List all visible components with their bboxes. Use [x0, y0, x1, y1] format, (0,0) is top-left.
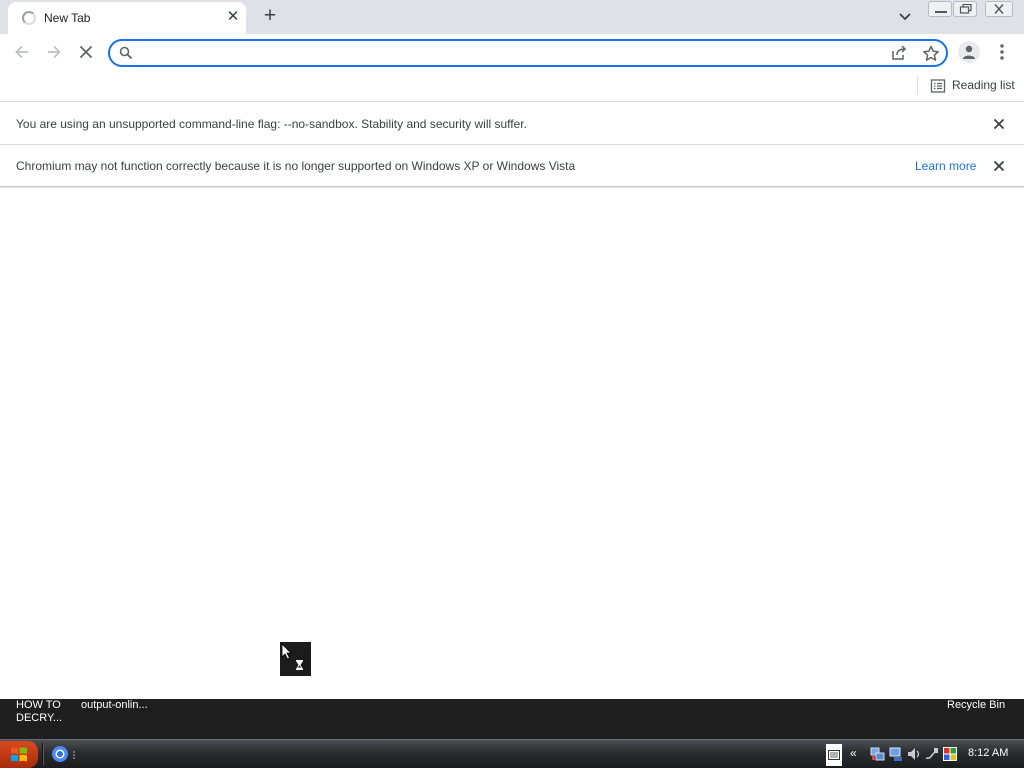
bookmark-bar: Reading list [0, 70, 1024, 102]
infobar-close-icon[interactable] [991, 158, 1007, 174]
tab-close-icon[interactable]: ✕ [224, 8, 242, 26]
bookmark-bar-divider [917, 76, 918, 94]
browser-window: New Tab ✕ + Reading list You are using a… [0, 0, 1024, 699]
infobar-message: You are using an unsupported command-lin… [16, 117, 527, 131]
network-computers-icon[interactable] [870, 746, 886, 762]
reading-list-icon [930, 79, 946, 93]
forward-button[interactable] [41, 39, 67, 65]
back-button[interactable] [9, 39, 35, 65]
back-arrow-icon [15, 45, 28, 59]
tab-search-chevron-icon[interactable] [895, 8, 915, 26]
security-center-icon[interactable] [942, 746, 958, 762]
bookmark-star-icon[interactable] [922, 45, 940, 62]
profile-avatar-button[interactable] [958, 41, 980, 63]
taskbar-grip-icon [72, 749, 77, 759]
share-icon[interactable] [890, 45, 908, 61]
infobar-message: Chromium may not function correctly beca… [16, 159, 576, 173]
tab-title: New Tab [44, 11, 91, 25]
tray-expand-chevron-icon[interactable]: « [850, 746, 862, 760]
taskbar-separator [42, 743, 44, 765]
person-icon [963, 45, 975, 59]
search-icon [119, 46, 133, 60]
reading-list-label: Reading list [952, 78, 1015, 92]
window-close-button[interactable] [985, 1, 1013, 17]
learn-more-link[interactable]: Learn more [915, 159, 976, 173]
desktop-icon-label: DECRY... [16, 712, 63, 724]
restore-button[interactable] [953, 1, 977, 17]
toolbar [0, 34, 1024, 70]
stop-x-icon [79, 45, 93, 59]
busy-cursor-icon [280, 642, 311, 676]
tab-strip: New Tab ✕ + [0, 0, 1024, 34]
page-content [0, 188, 1024, 699]
power-plug-icon[interactable] [924, 746, 940, 762]
system-tray: « 8:12 AM [826, 740, 1024, 768]
desktop-icon-label: HOW TO [16, 699, 61, 711]
tab-new-tab[interactable]: New Tab ✕ [8, 2, 246, 34]
forward-arrow-icon [48, 45, 61, 59]
speaker-icon[interactable] [906, 746, 922, 762]
network-status-icon[interactable] [888, 746, 904, 762]
taskbar-clock[interactable]: 8:12 AM [968, 747, 1008, 759]
desktop-icon-output-online[interactable]: output-onlin... [81, 699, 148, 712]
omnibox-input[interactable] [140, 44, 880, 62]
minimize-button[interactable] [928, 1, 952, 17]
loading-spinner-icon [22, 11, 36, 25]
new-tab-button[interactable]: + [258, 4, 282, 28]
infobar-close-icon[interactable] [991, 116, 1007, 132]
address-bar[interactable] [108, 39, 948, 67]
chromium-taskbar-icon[interactable] [50, 744, 70, 764]
kebab-menu-icon [1000, 44, 1004, 60]
infobar-sandbox-warning: You are using an unsupported command-lin… [0, 103, 1024, 145]
stop-loading-button[interactable] [73, 39, 99, 65]
desktop: HOW TO DECRY... output-onlin... Recycle … [0, 699, 1024, 739]
desktop-icon-recycle-bin[interactable]: Recycle Bin [947, 699, 1005, 712]
start-button[interactable] [0, 741, 38, 768]
infobar-unsupported-os: Chromium may not function correctly beca… [0, 145, 1024, 187]
keyboard-icon[interactable] [826, 744, 842, 766]
desktop-icon-how-to-decrypt[interactable]: HOW TO DECRY... [16, 699, 62, 725]
taskbar: « 8:12 AM [0, 739, 1024, 768]
windows-logo-icon [11, 747, 27, 762]
desktop-icon-label: Recycle Bin [947, 699, 1006, 711]
browser-menu-button[interactable] [994, 41, 1010, 63]
desktop-icon-label: output-onlin... [81, 699, 148, 711]
